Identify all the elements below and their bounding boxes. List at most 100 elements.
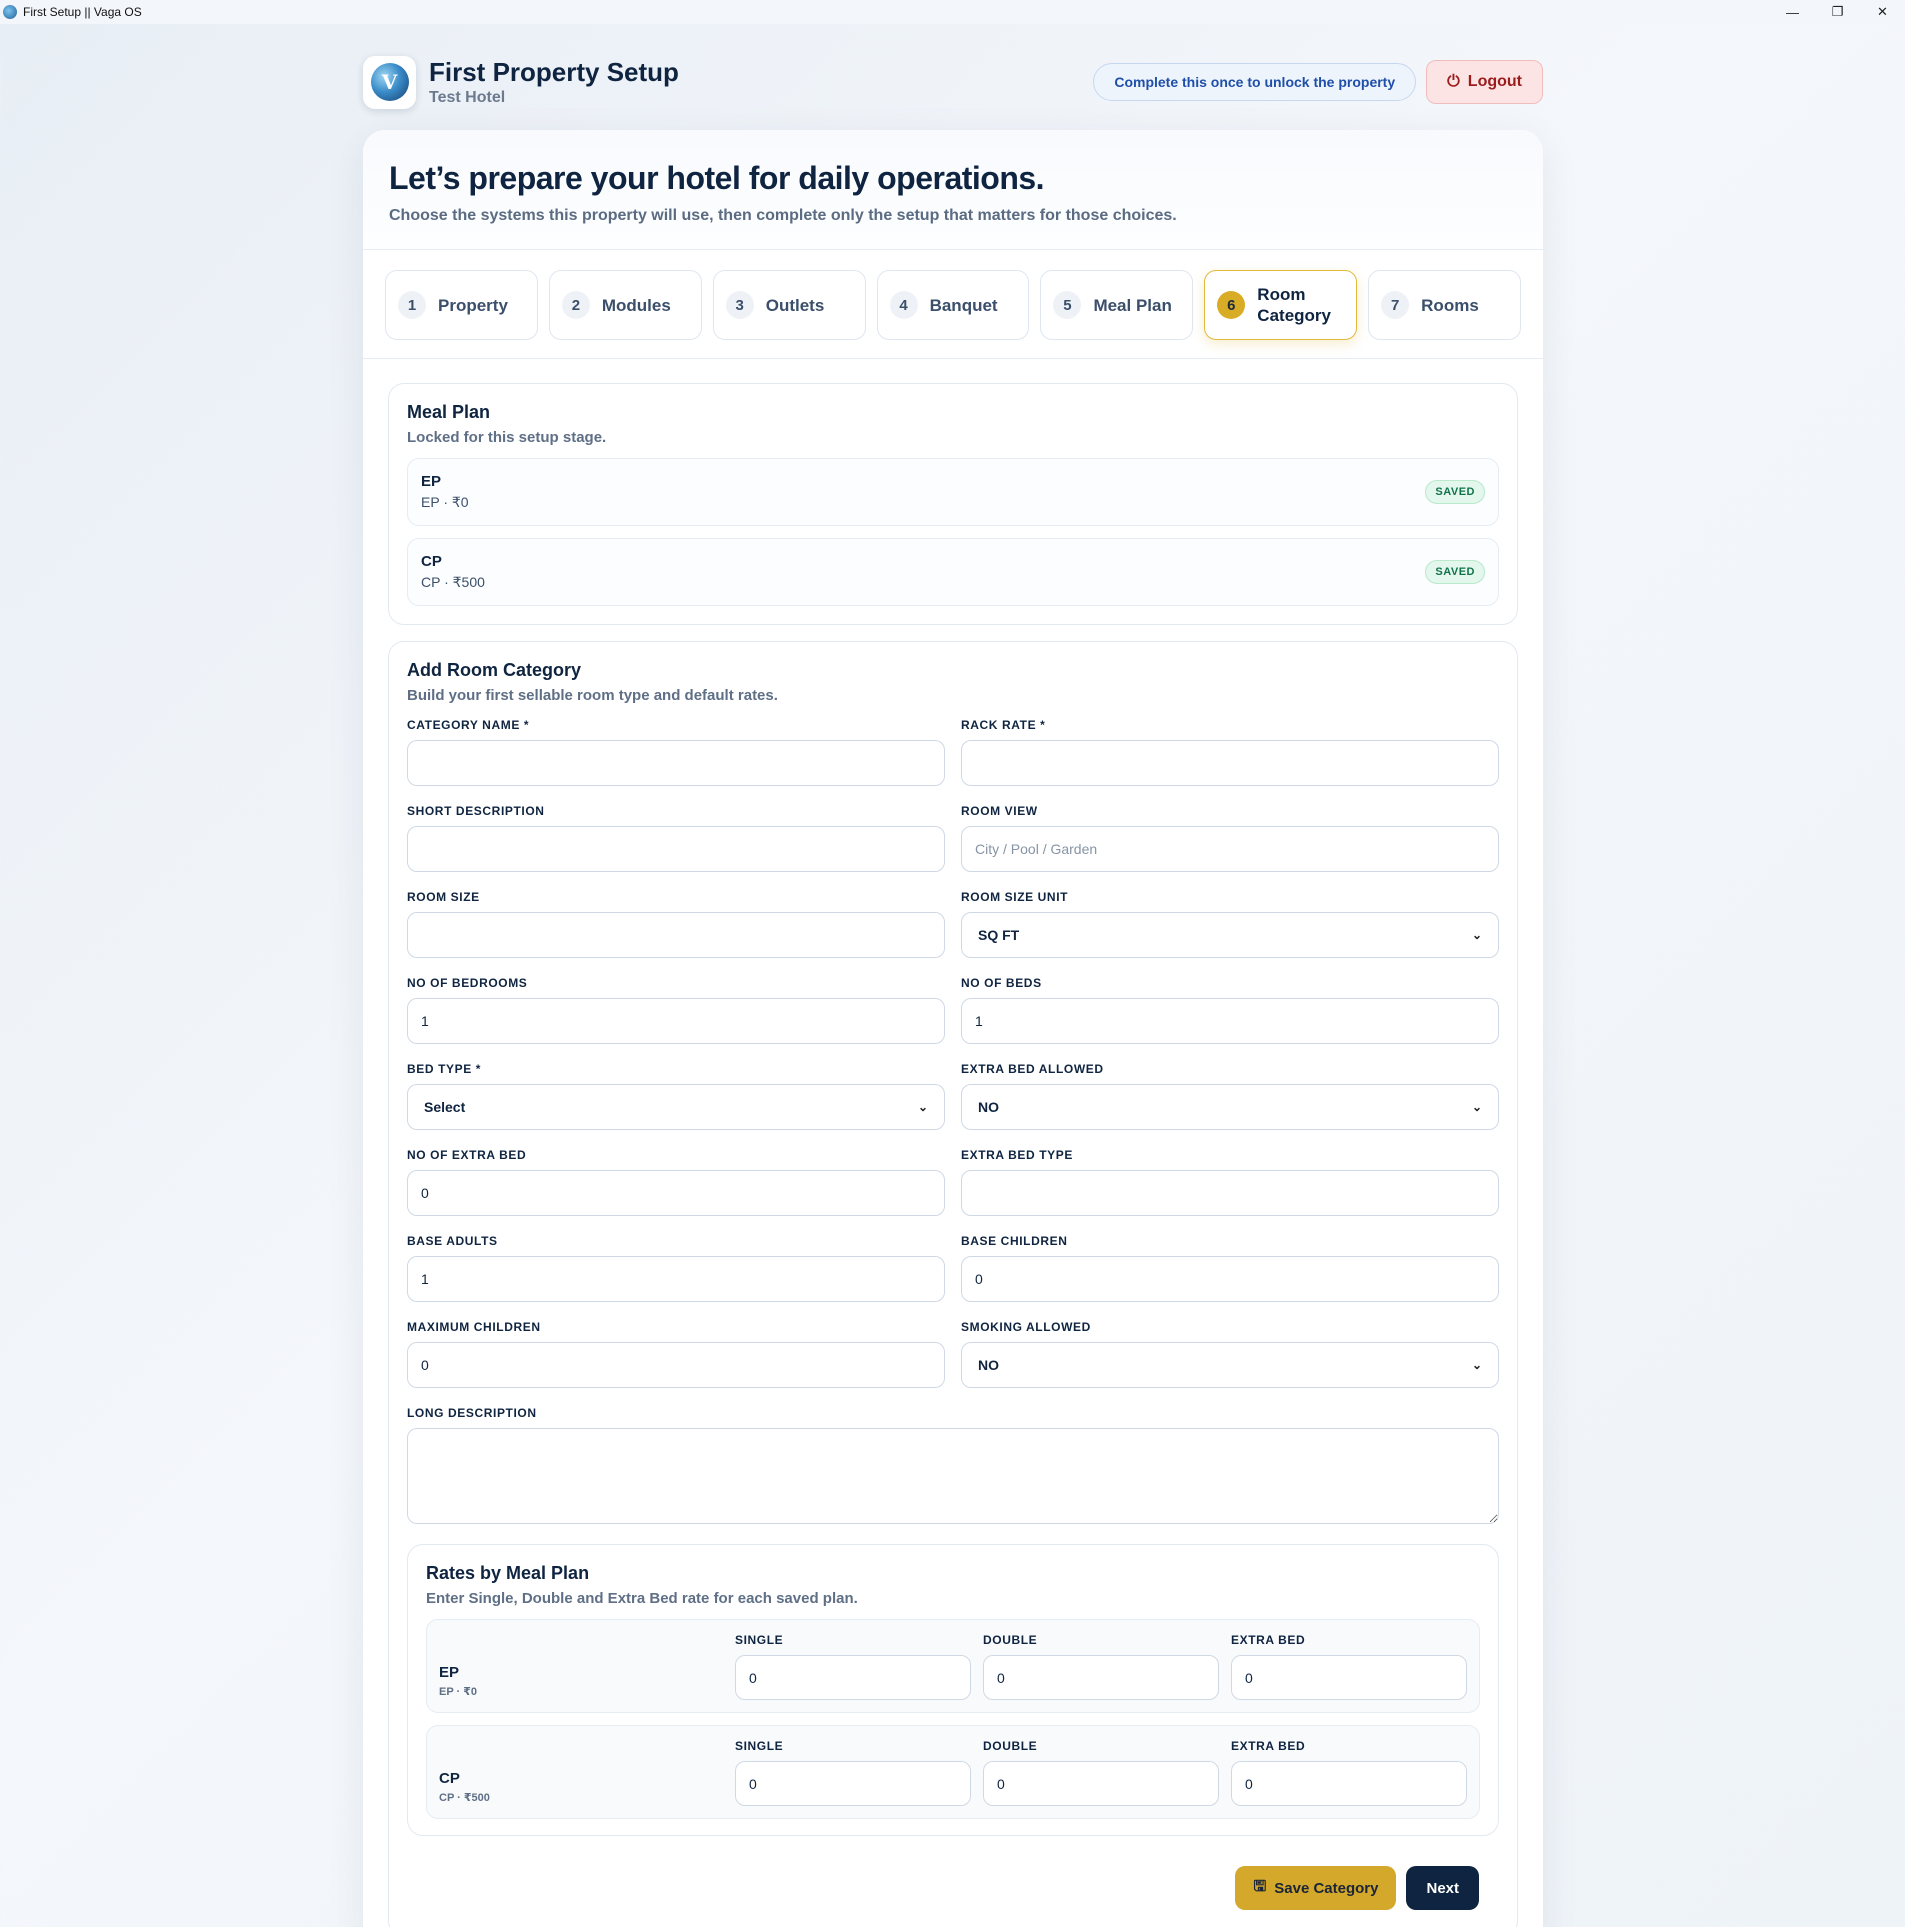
plan-detail: EP · ₹0 [421,494,469,510]
status-badge: SAVED [1425,480,1485,504]
base-adults-input[interactable] [407,1256,945,1302]
page-title: First Property Setup [429,57,679,87]
short-description-input[interactable] [407,826,945,872]
long-description-textarea[interactable] [407,1428,1499,1524]
step-outlets[interactable]: 3 Outlets [712,270,866,340]
hero-title: Let’s prepare your hotel for daily opera… [389,160,1045,196]
step-banquet[interactable]: 4 Banquet [876,270,1030,340]
window-titlebar: First Setup || Vaga OS — ❐ ✕ [0,0,1905,24]
logout-label: Logout [1467,73,1522,90]
cp-single-rate-input[interactable] [735,1761,971,1806]
plan-name: CP [421,553,442,570]
extra-bed-allowed-select[interactable]: NO ⌄ [961,1084,1499,1130]
save-label: Save Category [1274,1879,1379,1897]
rates-by-meal-plan-panel: Rates by Meal Plan Enter Single, Double … [407,1544,1499,1836]
header-actions: Complete this once to unlock the propert… [1093,60,1543,104]
field-label: LONG DESCRIPTION [407,1406,537,1420]
setup-card: Let’s prepare your hotel for daily opera… [363,130,1543,1927]
step-property[interactable]: 1 Property [385,270,538,340]
field-maximum-children: MAXIMUM CHILDREN [407,1320,945,1388]
select-value: NO [978,1099,999,1115]
room-size-input[interactable] [407,912,945,958]
step-modules[interactable]: 2 Modules [548,270,702,340]
meal-plan-row: EP EP · ₹0 SAVED [407,458,1499,526]
cp-double-rate-input[interactable] [983,1761,1219,1806]
bed-type-select[interactable]: Select ⌄ [407,1084,945,1130]
field-label: BED TYPE * [407,1062,482,1076]
unlock-note-badge: Complete this once to unlock the propert… [1093,63,1417,101]
room-size-unit-select[interactable]: SQ FT ⌄ [961,912,1499,958]
field-label: NO OF BEDS [961,976,1042,990]
field-label: SHORT DESCRIPTION [407,804,545,818]
field-label: ROOM VIEW [961,804,1038,818]
field-extra-bed-type: EXTRA BED TYPE [961,1148,1499,1216]
meal-plan-panel: Meal Plan Locked for this setup stage. E… [388,383,1518,625]
extra-bed-type-input[interactable] [961,1170,1499,1216]
step-number: 6 [1217,291,1246,319]
rate-column-label: SINGLE [735,1739,784,1753]
window-controls: — ❐ ✕ [1770,0,1905,24]
step-number: 1 [398,291,426,319]
step-label: Outlets [765,295,825,315]
no-of-beds-input[interactable] [961,998,1499,1044]
form-grid: CATEGORY NAME * RACK RATE * SHORT DESCRI… [407,718,1499,1542]
rate-plan-info: CP CP · ₹500 [439,1770,735,1806]
no-of-extra-bed-input[interactable] [407,1170,945,1216]
field-label: ROOM SIZE [407,890,480,904]
next-button[interactable]: Next [1406,1866,1479,1910]
logout-button[interactable]: ⏻ Logout [1426,60,1543,104]
property-name: Test Hotel [429,89,506,106]
rate-cell-extra-bed: EXTRA BED [1231,1739,1467,1806]
rate-column-label: DOUBLE [983,1633,1038,1647]
status-badge: SAVED [1425,560,1485,584]
setup-steps: 1 Property 2 Modules 3 Outlets 4 Banquet… [363,250,1543,359]
content-area: Meal Plan Locked for this setup stage. E… [363,359,1543,1927]
rate-plan-name: CP [439,1770,460,1787]
field-room-size: ROOM SIZE [407,890,945,958]
smoking-allowed-select[interactable]: NO ⌄ [961,1342,1499,1388]
ep-double-rate-input[interactable] [983,1655,1219,1700]
rate-row: CP CP · ₹500 SINGLE DOUBLE EX [426,1725,1480,1819]
no-of-bedrooms-input[interactable] [407,998,945,1044]
rate-column-label: DOUBLE [983,1739,1038,1753]
category-name-input[interactable] [407,740,945,786]
step-label: Meal Plan [1093,295,1172,315]
rate-row: EP EP · ₹0 SINGLE DOUBLE EXTR [426,1619,1480,1713]
logo: V [363,55,416,109]
minimize-icon[interactable]: — [1770,0,1815,24]
room-view-input[interactable] [961,826,1499,872]
cp-extra-bed-rate-input[interactable] [1231,1761,1467,1806]
field-no-of-extra-bed: NO OF EXTRA BED [407,1148,945,1216]
power-icon: ⏻ [1447,73,1460,90]
rate-cell-double: DOUBLE [983,1633,1219,1700]
select-value: SQ FT [978,927,1020,943]
panel-title: Meal Plan [407,402,491,422]
step-label: Property [438,295,508,315]
rate-column-label: EXTRA BED [1231,1633,1306,1647]
save-category-button[interactable]: 🖫 Save Category [1235,1866,1397,1910]
hero-subtitle: Choose the systems this property will us… [389,207,1177,224]
step-rooms[interactable]: 7 Rooms [1368,270,1522,340]
form-actions: 🖫 Save Category Next [407,1866,1499,1910]
close-icon[interactable]: ✕ [1860,0,1905,24]
plan-detail: CP · ₹500 [421,574,485,590]
rate-column-label: SINGLE [735,1633,784,1647]
form-title: Add Room Category [407,660,582,680]
rate-cell-single: SINGLE [735,1739,971,1806]
rack-rate-input[interactable] [961,740,1499,786]
step-meal-plan[interactable]: 5 Meal Plan [1040,270,1194,340]
field-label: CATEGORY NAME * [407,718,530,732]
save-icon: 🖫 [1253,1877,1267,1895]
field-long-description: LONG DESCRIPTION [407,1406,1499,1524]
base-children-input[interactable] [961,1256,1499,1302]
maximize-icon[interactable]: ❐ [1815,0,1860,24]
maximum-children-input[interactable] [407,1342,945,1388]
select-value: Select [424,1099,466,1115]
step-label: Room Category [1257,285,1331,325]
field-extra-bed-allowed: EXTRA BED ALLOWED NO ⌄ [961,1062,1499,1130]
meal-plan-row: CP CP · ₹500 SAVED [407,538,1499,606]
rate-cells: SINGLE DOUBLE EXTRA BED [735,1633,1467,1700]
ep-extra-bed-rate-input[interactable] [1231,1655,1467,1700]
ep-single-rate-input[interactable] [735,1655,971,1700]
step-room-category[interactable]: 6 Room Category [1204,270,1358,340]
